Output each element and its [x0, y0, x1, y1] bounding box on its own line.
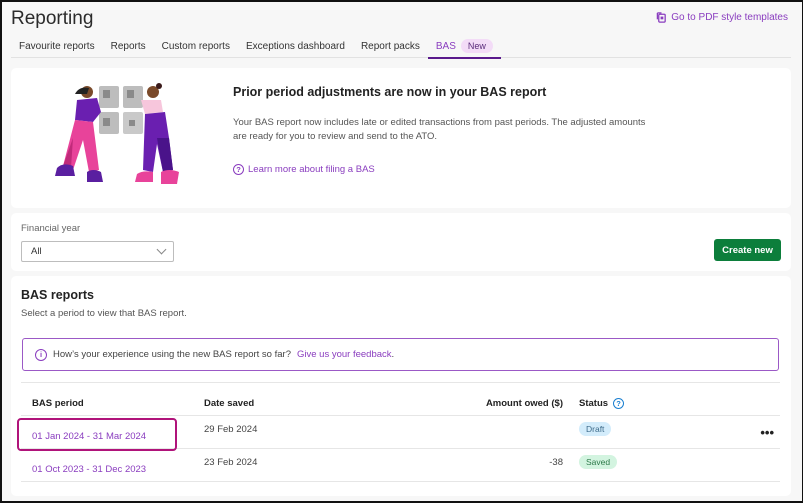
feedback-suffix: . — [391, 349, 395, 360]
col-amount-owed: Amount owed ($) — [485, 397, 563, 409]
table-header: BAS period Date saved Amount owed ($) St… — [21, 383, 780, 416]
report-tabs: Favourite reports Reports Custom reports… — [11, 36, 791, 59]
question-circle-icon: ? — [233, 164, 244, 175]
bas-period-link[interactable]: 01 Oct 2023 - 31 Dec 2023 — [21, 456, 204, 475]
bas-period-link[interactable]: 01 Jan 2024 - 31 Mar 2024 — [21, 423, 204, 442]
promo-title: Prior period adjustments are now in your… — [233, 85, 547, 99]
tab-custom-reports[interactable]: Custom reports — [154, 36, 238, 58]
info-circle-icon: i — [35, 348, 47, 361]
tab-bas[interactable]: BAS New — [427, 36, 501, 59]
pdf-templates-link[interactable]: Go to PDF style templates — [656, 12, 788, 23]
bas-reports-subtitle: Select a period to view that BAS report. — [21, 308, 187, 319]
status-cell: Draft — [563, 422, 663, 442]
give-feedback-link[interactable]: Give us your feedback — [297, 349, 392, 360]
tab-reports[interactable]: Reports — [103, 36, 154, 58]
tab-label: Custom reports — [161, 41, 230, 52]
learn-more-label: Learn more about filing a BAS — [248, 164, 375, 175]
table-row[interactable]: 01 Jan 2024 - 31 Mar 2024 29 Feb 2024 Dr… — [21, 416, 780, 449]
more-options-icon[interactable]: ••• — [760, 425, 774, 440]
col-date-saved: Date saved — [204, 397, 255, 409]
table-row[interactable]: 01 Oct 2023 - 31 Dec 2023 23 Feb 2024 -3… — [21, 449, 780, 482]
actions-cell: ••• — [663, 425, 780, 440]
financial-year-label: Financial year — [21, 223, 81, 234]
feedback-text: How’s your experience using the new BAS … — [53, 349, 291, 360]
chevron-down-icon — [156, 244, 167, 255]
new-badge: New — [460, 39, 493, 53]
amount-owed — [394, 429, 563, 435]
col-status-label: Status — [579, 397, 609, 409]
filter-card: Financial year All Create new — [11, 213, 791, 271]
pdf-templates-label: Go to PDF style templates — [671, 12, 788, 23]
bas-reports-title: BAS reports — [21, 288, 94, 302]
feedback-banner: i How’s your experience using the new BA… — [22, 338, 779, 371]
tab-report-packs[interactable]: Report packs — [353, 36, 428, 58]
tab-label: Favourite reports — [19, 41, 95, 52]
bas-reports-card: BAS reports Select a period to view that… — [11, 276, 791, 496]
date-saved: 23 Feb 2024 — [204, 456, 258, 468]
tab-label: Exceptions dashboard — [245, 41, 345, 52]
tab-label: BAS — [435, 41, 456, 52]
promo-body: Your BAS report now includes late or edi… — [233, 117, 646, 142]
amount-owed: -38 — [549, 456, 563, 468]
col-actions — [663, 395, 780, 403]
puzzle-collaboration-illustration — [55, 83, 179, 184]
tab-exceptions-dashboard[interactable]: Exceptions dashboard — [238, 36, 353, 58]
page-title: Reporting — [11, 8, 94, 29]
copy-document-icon — [657, 12, 667, 23]
promo-card: Prior period adjustments are now in your… — [11, 68, 791, 208]
learn-more-bas-link[interactable]: ? Learn more about filing a BAS — [233, 164, 375, 175]
create-new-button[interactable]: Create new — [714, 239, 781, 261]
status-cell: Saved — [563, 455, 663, 475]
status-badge-saved: Saved — [579, 455, 618, 469]
financial-year-select[interactable]: All — [21, 241, 174, 262]
financial-year-value: All — [31, 246, 42, 257]
bas-reports-table: BAS period Date saved Amount owed ($) St… — [21, 383, 780, 482]
date-saved: 29 Feb 2024 — [204, 423, 258, 435]
col-bas-period: BAS period — [32, 397, 84, 409]
tab-favourite-reports[interactable]: Favourite reports — [11, 36, 103, 58]
col-status: Status ? — [563, 390, 663, 409]
status-help-icon[interactable]: ? — [613, 397, 625, 409]
status-badge-draft: Draft — [579, 422, 612, 436]
tab-label: Reports — [110, 41, 146, 52]
tab-label: Report packs — [360, 41, 420, 52]
